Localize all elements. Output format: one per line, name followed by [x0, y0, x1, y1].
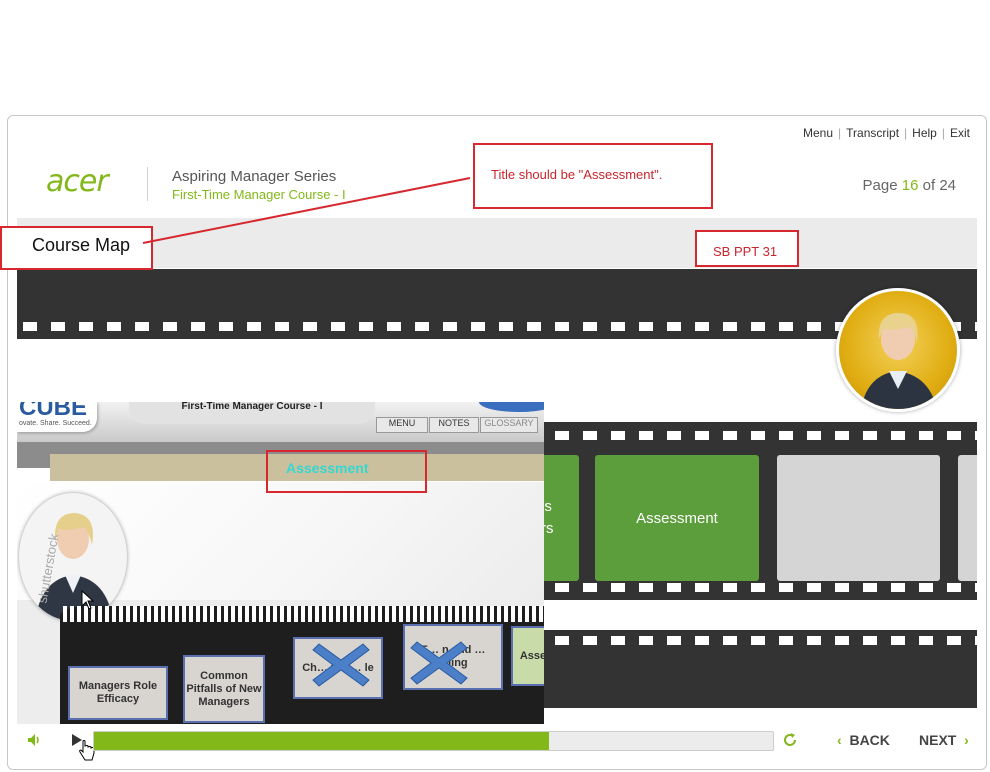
- callout-connector: [142, 177, 471, 244]
